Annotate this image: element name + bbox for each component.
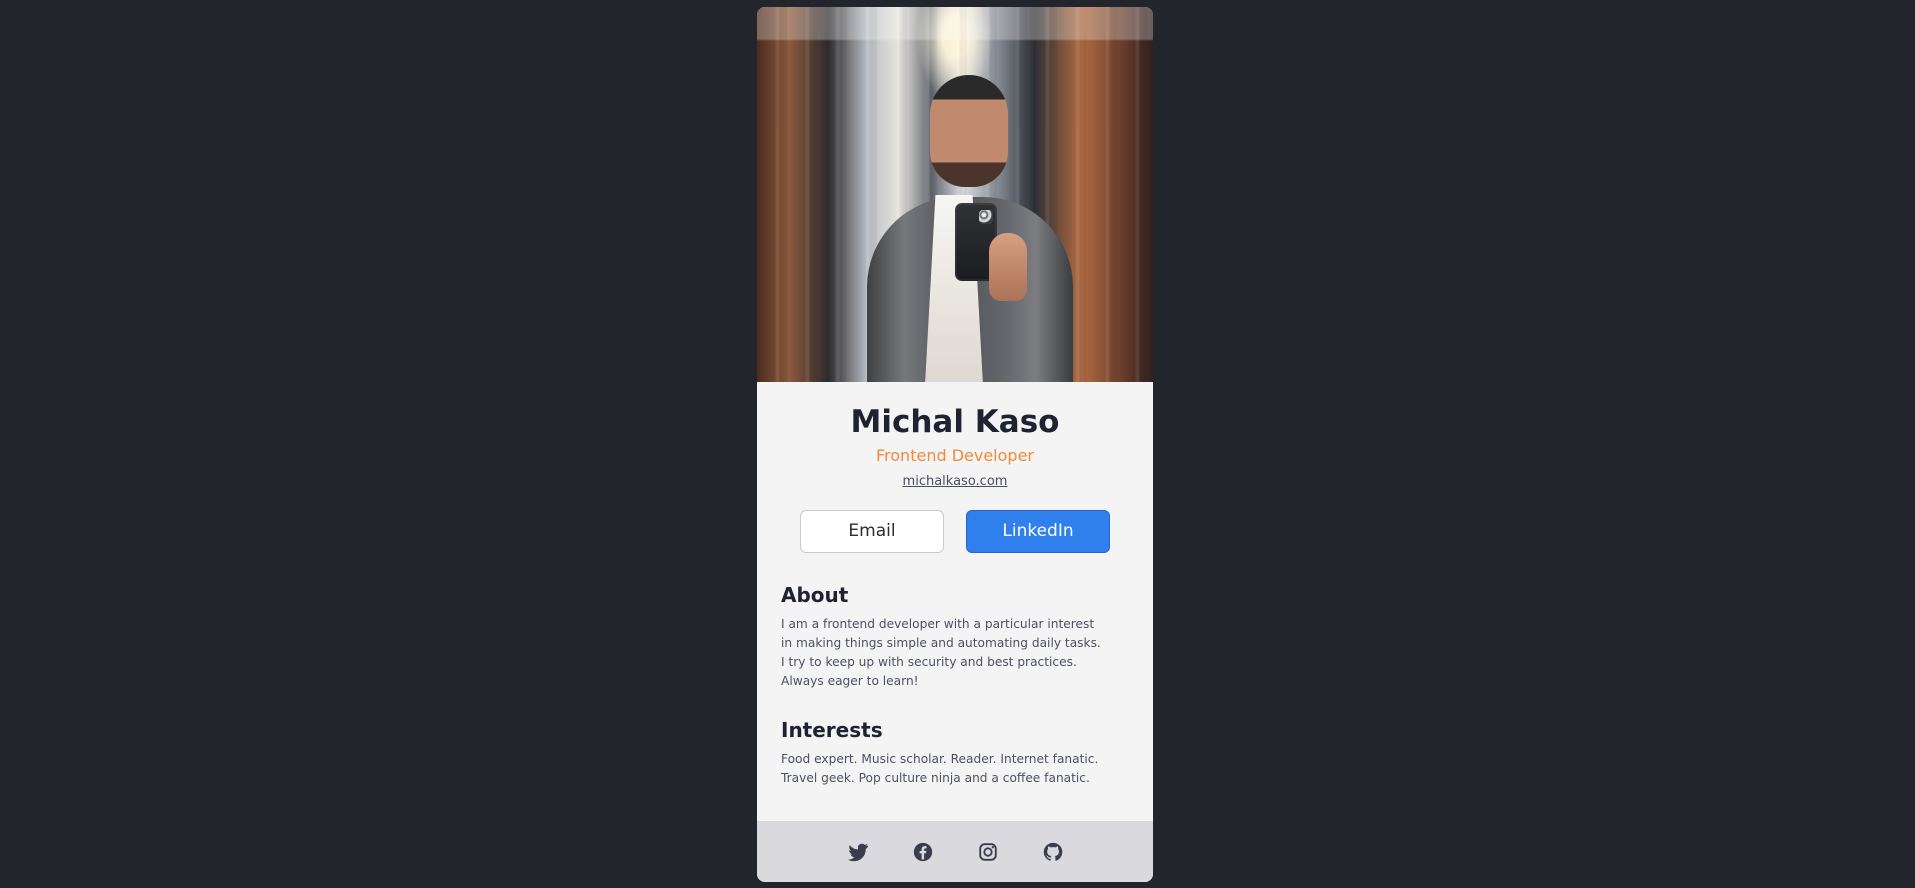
- profile-card: Michal Kaso Frontend Developer michalkas…: [757, 7, 1153, 882]
- facebook-icon-svg: [913, 842, 932, 861]
- interests-text: Food expert. Music scholar. Reader. Inte…: [781, 752, 1099, 785]
- profile-website-link[interactable]: michalkaso.com: [903, 474, 1008, 490]
- profile-content: Michal Kaso Frontend Developer michalkas…: [757, 382, 1153, 821]
- github-icon[interactable]: [1042, 841, 1064, 863]
- email-button[interactable]: Email: [800, 510, 944, 553]
- profile-name: Michal Kaso: [850, 404, 1060, 440]
- profile-photo-hand: [989, 233, 1027, 301]
- twitter-icon[interactable]: [847, 841, 869, 863]
- contact-buttons: Email LinkedIn: [781, 510, 1129, 553]
- instagram-icon-svg: [978, 842, 997, 861]
- interests-section: Interests Food expert. Music scholar. Re…: [781, 718, 1129, 788]
- profile-photo: [757, 7, 1153, 382]
- profile-role: Frontend Developer: [876, 446, 1034, 465]
- social-footer: [757, 821, 1153, 882]
- interests-heading: Interests: [781, 718, 883, 742]
- twitter-icon-svg: [847, 843, 868, 861]
- about-heading: About: [781, 583, 849, 607]
- about-text: I am a frontend developer with a particu…: [781, 617, 1101, 688]
- linkedin-button[interactable]: LinkedIn: [966, 510, 1110, 553]
- about-section: About I am a frontend developer with a p…: [781, 583, 1129, 691]
- instagram-icon[interactable]: [977, 841, 999, 863]
- facebook-icon[interactable]: [912, 841, 934, 863]
- profile-person-illustration: [861, 75, 1081, 382]
- profile-photo-head: [930, 75, 1008, 187]
- github-icon-svg: [1043, 842, 1062, 861]
